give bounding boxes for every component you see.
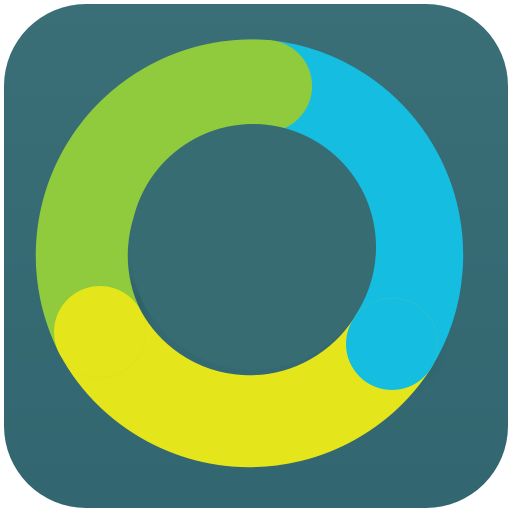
- app-icon: [0, 0, 512, 512]
- ring-logo-icon: [4, 4, 508, 508]
- ring-center: [130, 124, 376, 370]
